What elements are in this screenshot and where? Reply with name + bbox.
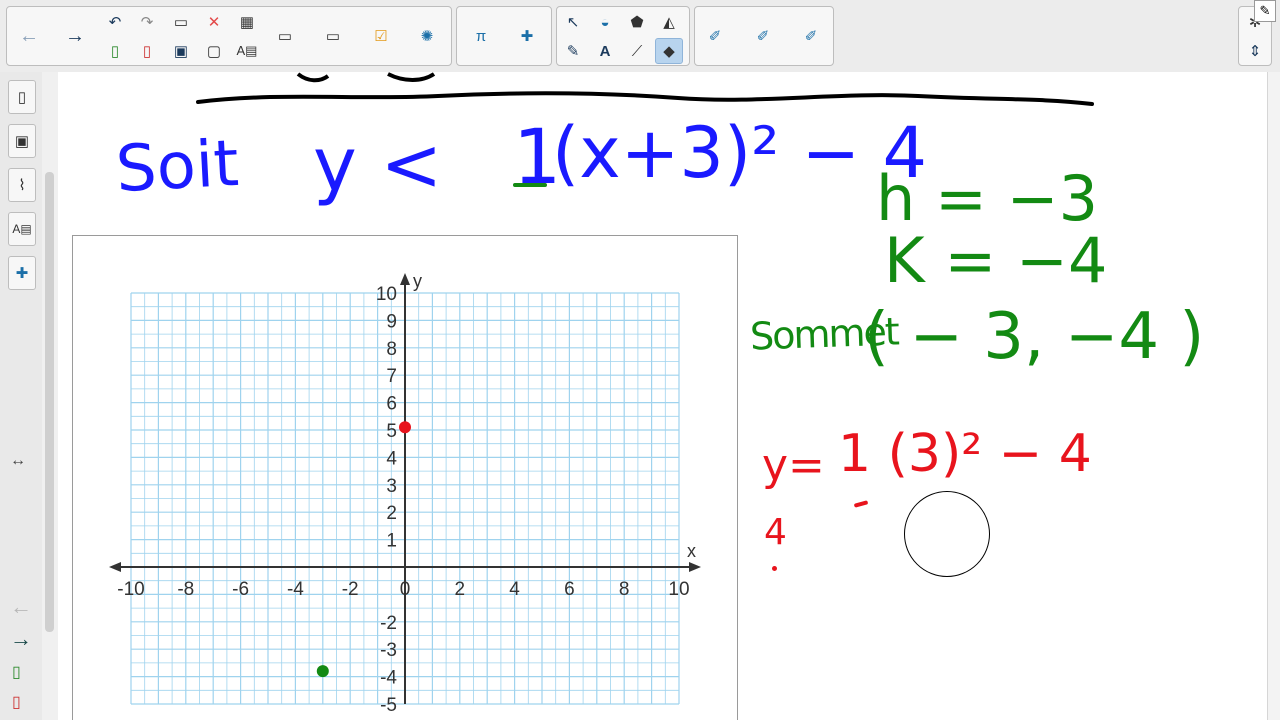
panel-scrollbar-thumb[interactable] <box>45 172 54 632</box>
y-tick-label: 2 <box>386 503 397 524</box>
properties-icon[interactable]: A▤ <box>233 38 261 64</box>
screen-capture-icon[interactable]: ▭ <box>271 23 299 49</box>
properties-icon[interactable]: A▤ <box>8 212 36 246</box>
red-dot <box>772 566 777 571</box>
main-toolbar: ← → ↶ ↷ ▭ ✕ ▦ ▯ ▯ ▣ ▢ A▤ ▭ ▭ ☑ ✺ π ✚ ↖ ◒… <box>0 0 1280 73</box>
addons-icon[interactable]: ✚ <box>8 256 36 290</box>
pen-corner-icon[interactable]: ✎ <box>1254 0 1276 22</box>
screen-shade-icon[interactable]: ▢ <box>200 38 228 64</box>
panel-scrollbar[interactable] <box>42 72 59 720</box>
shapes-icon[interactable]: ◒ <box>591 9 619 35</box>
table-icon[interactable]: ▦ <box>233 9 261 35</box>
y-axis-label: y <box>413 271 422 291</box>
x-tick-label: -4 <box>287 579 304 600</box>
previous-page-button[interactable]: ← <box>10 594 32 620</box>
gallery-icon[interactable]: ▣ <box>8 124 36 158</box>
red-equation-y: y= <box>762 440 825 491</box>
eraser-icon[interactable]: ◆ <box>655 38 683 64</box>
canvas-scrollbar[interactable] <box>1267 72 1280 720</box>
inequality-start: y < <box>313 122 443 208</box>
magic-pen-2-icon[interactable]: ✐ <box>749 23 777 49</box>
y-axis-arrow-up <box>400 273 410 285</box>
y-tick-label: 10 <box>376 284 397 305</box>
magic-pen-1-icon[interactable]: ✐ <box>701 23 729 49</box>
sommet-coordinates: ( − 3, −4 ) <box>864 300 1205 374</box>
toolbar-group-tools: ↖ ◒ ⬟ ◭ ✎ A ⟋ ◆ <box>556 6 690 66</box>
toolbar-group-pen-options: ✐ ✐ ✐ <box>694 6 834 66</box>
delete-page-icon[interactable]: ▯ <box>133 38 161 64</box>
pens-icon[interactable]: ✎ <box>559 38 587 64</box>
x-axis-arrow-right <box>689 562 701 572</box>
x-tick-label: 6 <box>564 579 575 600</box>
k-value: K = −4 <box>884 224 1108 297</box>
delete-icon[interactable]: ✕ <box>200 9 228 35</box>
red-equation-rest: 1 (3)² − 4 <box>838 424 1092 484</box>
forward-arrow-icon[interactable]: → <box>61 23 89 49</box>
attachments-icon[interactable]: ⌇ <box>8 168 36 202</box>
addon-robot-icon[interactable]: ✺ <box>413 23 441 49</box>
paint-bucket-icon[interactable]: ◭ <box>655 9 683 35</box>
red-four: 4 <box>764 512 787 553</box>
addon-puzzle-icon[interactable]: ✚ <box>513 23 541 49</box>
soit-word: Soit <box>114 126 241 208</box>
x-tick-label: 8 <box>619 579 630 600</box>
toolbar-position-toggle-icon[interactable]: ⇕ <box>1241 38 1269 64</box>
undo-icon[interactable]: ↶ <box>101 9 129 35</box>
y-tick-label: 9 <box>386 311 397 332</box>
coordinate-graph-card[interactable]: x y -10 -8 -6 -4 -2 0 2 4 6 8 10 10 9 8 7 6 5 4 3 2 1 -2 -3 -4 -5 <box>72 235 738 720</box>
redo-icon[interactable]: ↷ <box>133 9 161 35</box>
toolbar-group-math: π ✚ <box>456 6 552 66</box>
squared-expression: (x+3)² − 4 <box>552 112 927 194</box>
side-panel: ▯ ▣ ⌇ A▤ ✚ ↔ ← → ▯ ▯ <box>0 72 43 720</box>
line-icon[interactable]: ⟋ <box>623 38 651 64</box>
x-tick-label: 2 <box>455 579 466 600</box>
whiteboard-canvas[interactable]: Soit y < 1 (x+3)² − 4 h = −3 K = −4 Somm… <box>58 72 1280 720</box>
red-tick-mark <box>853 500 869 508</box>
x-tick-label: 4 <box>509 579 520 600</box>
coefficient-underline <box>513 183 547 187</box>
y-tick-label: -3 <box>380 640 397 661</box>
add-page-icon[interactable]: ▯ <box>12 662 21 682</box>
black-ink-stroke <box>196 72 1094 106</box>
plotted-point <box>399 421 411 434</box>
new-page-icon[interactable]: ▯ <box>101 38 129 64</box>
y-tick-label: 7 <box>386 366 397 387</box>
y-tick-label: -4 <box>380 668 397 689</box>
toolbar-group-navigation: ← → ↶ ↷ ▭ ✕ ▦ ▯ ▯ ▣ ▢ A▤ ▭ ▭ ☑ ✺ <box>6 6 452 66</box>
y-tick-label: 1 <box>386 531 397 552</box>
magic-pen-3-icon[interactable]: ✐ <box>797 23 825 49</box>
next-page-button[interactable]: → <box>10 626 32 652</box>
back-arrow-icon[interactable]: ← <box>15 23 43 49</box>
x-tick-label: -2 <box>342 579 359 600</box>
camera-icon[interactable]: ▭ <box>319 23 347 49</box>
fill-shape-icon[interactable]: ⬟ <box>623 9 651 35</box>
plotted-point <box>316 665 329 678</box>
panel-resize-icon[interactable]: ↔ <box>10 452 26 470</box>
y-tick-label: 5 <box>386 421 397 442</box>
x-tick-label: 0 <box>400 579 411 600</box>
select-arrow-icon[interactable]: ↖ <box>559 9 587 35</box>
y-tick-label: 6 <box>386 394 397 415</box>
y-tick-label: -2 <box>380 613 397 634</box>
x-tick-label: 10 <box>668 579 689 600</box>
check-survey-icon[interactable]: ☑ <box>367 23 395 49</box>
y-tick-label: 8 <box>386 339 397 360</box>
save-icon[interactable]: ▣ <box>167 38 195 64</box>
delete-page-side-icon[interactable]: ▯ <box>12 692 21 712</box>
y-tick-label: 3 <box>386 476 397 497</box>
math-pi-icon[interactable]: π <box>467 23 495 49</box>
paste-icon[interactable]: ▭ <box>167 9 195 35</box>
x-axis-arrow-left <box>109 562 121 572</box>
x-tick-label: -8 <box>177 579 194 600</box>
coordinate-graph: xy-10 -8 -6 -4 -2 0 2 4 6 8 1010987654321-2-3-4-5 <box>109 271 701 716</box>
x-axis-label: x <box>687 541 696 561</box>
text-icon[interactable]: A <box>591 38 619 64</box>
y-tick-label: 4 <box>386 448 397 469</box>
x-tick-label: -6 <box>232 579 249 600</box>
page-sorter-icon[interactable]: ▯ <box>8 80 36 114</box>
x-tick-label: -10 <box>117 579 144 600</box>
eraser-cursor <box>904 491 990 577</box>
y-tick-label: -5 <box>380 695 397 716</box>
